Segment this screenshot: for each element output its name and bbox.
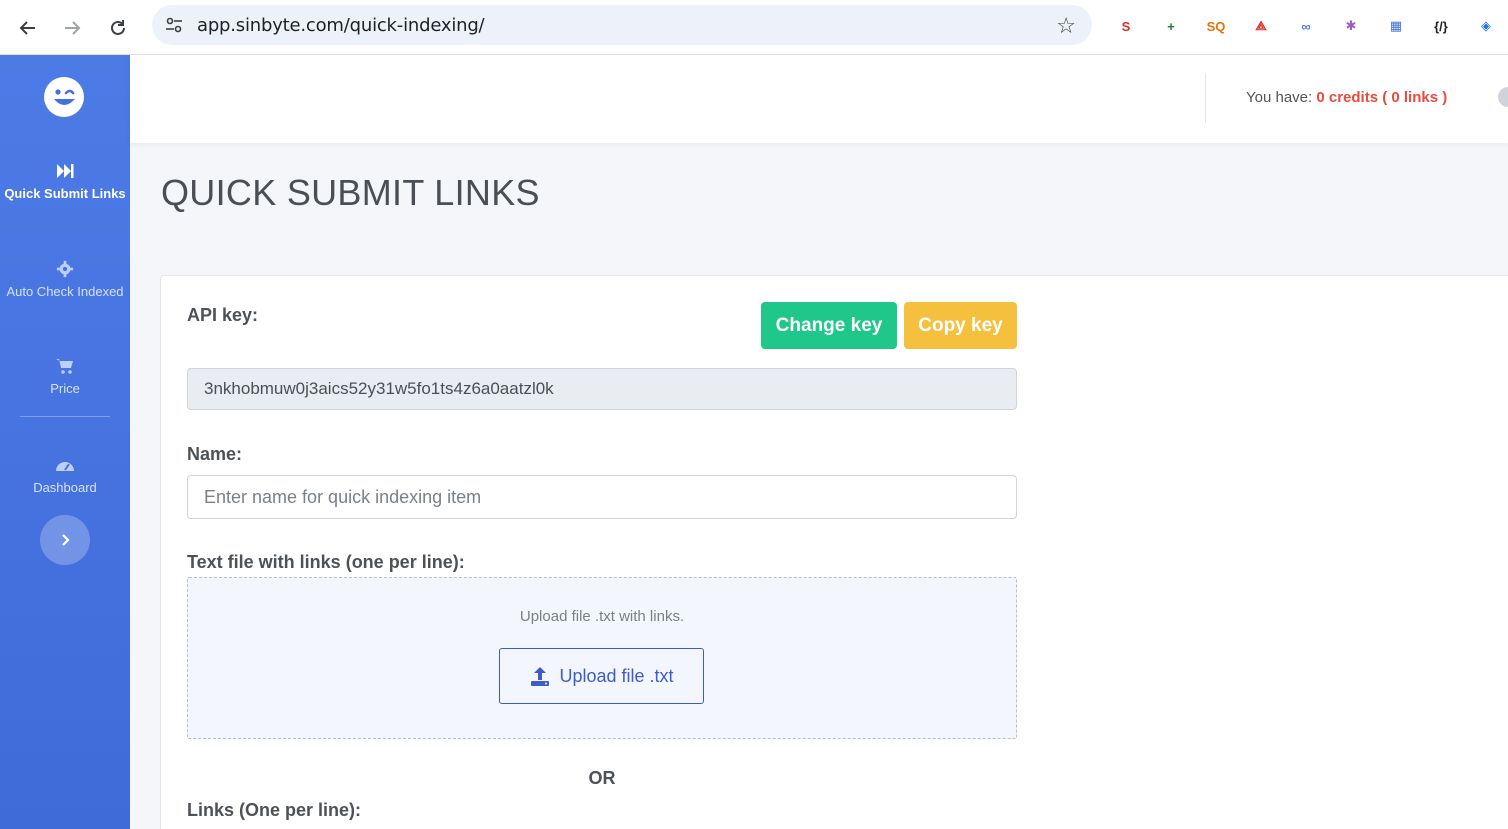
name-input[interactable] <box>187 475 1017 519</box>
top-header: You have: 0 credits ( 0 links ) <box>130 55 1508 143</box>
sidebar-item-label: Dashboard <box>33 480 97 495</box>
dashboard-icon <box>56 462 74 471</box>
link-extension-icon[interactable]: ∞ <box>1294 14 1318 38</box>
url-text[interactable]: app.sinbyte.com/quick-indexing/ <box>197 15 485 36</box>
add-extension-icon[interactable]: + <box>1159 14 1183 38</box>
dropzone-text: Upload file .txt with links. <box>519 608 685 625</box>
quick-submit-form: API key: Change key Copy key 3nkhobmuw0j… <box>160 275 1508 829</box>
wink-face-icon <box>54 89 75 105</box>
upload-button-label: Upload file .txt <box>559 665 674 686</box>
cart-icon <box>56 359 73 374</box>
site-info-icon[interactable] <box>164 15 184 35</box>
file-dropzone[interactable]: Upload file .txt with links. Upload file… <box>187 577 1017 739</box>
sidebar: Quick Submit Links Auto Check Indexed Pr… <box>0 55 130 829</box>
sidebar-item-price[interactable]: Price <box>0 357 130 398</box>
chevron-right-icon <box>62 534 70 546</box>
api-key-field[interactable]: 3nkhobmuw0j3aics52y31w5fo1ts4z6a0aatzl0k <box>187 368 1017 410</box>
credits-value: 0 credits ( 0 links ) <box>1316 89 1448 106</box>
reload-icon[interactable] <box>102 12 134 44</box>
or-separator: OR <box>588 768 616 788</box>
seo-extension-icon[interactable]: S <box>1114 14 1138 38</box>
sidebar-item-label: Price <box>50 381 80 396</box>
fast-forward-icon <box>57 164 74 178</box>
sidebar-item-label: Auto Check Indexed <box>6 284 124 299</box>
upload-icon <box>531 667 550 686</box>
tag-extension-icon[interactable]: ◈ <box>1474 14 1498 38</box>
sidebar-expand-button[interactable] <box>40 515 90 565</box>
bookmark-star-icon[interactable]: ☆ <box>1056 13 1076 39</box>
upload-file-button[interactable]: Upload file .txt <box>499 648 704 704</box>
app-logo[interactable] <box>44 77 84 117</box>
bell-icon[interactable] <box>1498 87 1508 107</box>
address-bar[interactable]: app.sinbyte.com/quick-indexing/ ☆ <box>152 5 1092 45</box>
credits-display: You have: 0 credits ( 0 links ) <box>1246 89 1448 106</box>
forward-arrow-icon[interactable] <box>56 12 88 44</box>
gear-icon <box>56 260 74 278</box>
gear-extension-icon[interactable]: ✱ <box>1339 14 1363 38</box>
header-divider <box>1205 73 1206 123</box>
sidebar-item-label: Quick Submit Links <box>4 186 126 201</box>
change-key-button[interactable]: Change key <box>761 302 897 349</box>
page-title: QUICK SUBMIT LINKS <box>161 172 540 213</box>
browser-toolbar: app.sinbyte.com/quick-indexing/ ☆ S + SQ ⟁ ∞… <box>0 0 1508 55</box>
copy-key-button[interactable]: Copy key <box>904 302 1017 349</box>
api-key-label: API key: <box>187 305 259 325</box>
links-label: Links (One per line): <box>187 800 362 820</box>
seoquake-extension-icon[interactable]: SQ <box>1204 14 1228 38</box>
sidebar-item-dashboard[interactable]: Dashboard <box>0 456 130 497</box>
sidebar-divider <box>20 416 110 417</box>
file-label: Text file with links (one per line): <box>187 552 465 572</box>
acrobat-extension-icon[interactable]: ⟁ <box>1249 14 1273 38</box>
calendar-extension-icon[interactable]: ▦ <box>1384 14 1408 38</box>
code-extension-icon[interactable]: {/} <box>1429 14 1453 38</box>
name-label: Name: <box>187 444 243 464</box>
sidebar-item-quick-submit[interactable]: Quick Submit Links <box>0 162 130 203</box>
sidebar-item-auto-check[interactable]: Auto Check Indexed <box>0 260 130 301</box>
back-arrow-icon[interactable] <box>12 12 44 44</box>
